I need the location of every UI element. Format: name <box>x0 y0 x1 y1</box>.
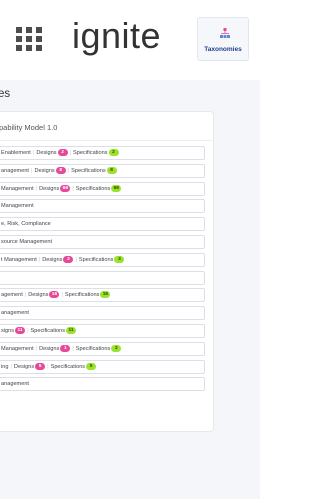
specifications-count-badge[interactable]: 16 <box>100 291 111 299</box>
designs-count-badge[interactable]: 11 <box>15 327 26 335</box>
specifications-label: Specifications <box>50 363 86 370</box>
separator: | <box>27 328 29 334</box>
capability-name: Enablement <box>1 150 31 156</box>
separator: | <box>67 167 70 174</box>
specifications-label: Specifications <box>72 150 108 156</box>
specifications-label: Specifications <box>71 167 106 174</box>
designs-label: Designs <box>39 345 60 352</box>
top-bar: ignite Taxonomies <box>0 0 260 80</box>
separator: | <box>72 345 74 352</box>
capability-name: Management <box>1 345 34 352</box>
designs-count-badge[interactable]: 16 <box>49 291 60 299</box>
apps-grid-icon[interactable] <box>16 27 44 51</box>
specifications-label: Specifications <box>75 185 111 192</box>
designs-label: Designs <box>42 256 63 263</box>
separator: | <box>35 345 38 352</box>
separator: | <box>75 256 77 263</box>
capability-name: Management <box>1 185 34 192</box>
separator: | <box>10 363 12 370</box>
specifications-count-badge[interactable]: 3 <box>114 255 125 263</box>
main-content: es pability Model 1.0 Enablement | Designs… <box>0 80 260 499</box>
capability-row[interactable]: Enablement | Designs 2 | Specifications 2 <box>0 146 205 160</box>
capability-row[interactable]: source Management <box>0 235 205 249</box>
separator: | <box>35 185 38 192</box>
capability-name: anagement <box>1 167 29 174</box>
specifications-label: Specifications <box>75 345 111 352</box>
specifications-label: Specifications <box>30 328 66 334</box>
capability-row[interactable]: Management <box>0 199 205 214</box>
capability-name: anagement <box>1 310 29 317</box>
separator: | <box>61 292 63 299</box>
capability-name: ing <box>1 363 9 370</box>
specifications-count-badge[interactable]: 8 <box>106 166 117 174</box>
separator: | <box>69 150 71 156</box>
designs-count-badge[interactable]: 2 <box>63 255 74 263</box>
designs-label: Designs <box>34 167 55 174</box>
specifications-count-badge[interactable]: 11 <box>66 327 77 335</box>
designs-count-badge[interactable]: 2 <box>57 149 68 157</box>
taxonomies-label: Taxonomies <box>204 46 242 53</box>
capability-name: source Management <box>1 239 52 245</box>
brand-logo: ignite <box>72 15 162 56</box>
designs-label: Designs <box>39 185 60 192</box>
specifications-label: Specifications <box>78 256 114 263</box>
specifications-label: Specifications <box>64 292 100 299</box>
separator: | <box>24 292 27 299</box>
separator: | <box>38 256 41 263</box>
designs-count-badge[interactable]: 5 <box>35 362 46 370</box>
capability-name: e, Risk, Compliance <box>1 221 51 228</box>
capability-row[interactable]: ing | Designs 5 | Specifications 5 <box>0 359 205 374</box>
specifications-count-badge[interactable]: 5 <box>86 362 97 370</box>
card-title: pability Model 1.0 <box>0 123 58 132</box>
capability-row[interactable]: anagement <box>0 377 205 392</box>
capability-name: anagement <box>1 381 29 388</box>
specifications-count-badge[interactable]: 2 <box>108 149 119 157</box>
capability-name <box>0 275 1 281</box>
capability-row[interactable]: agement | Designs 16 | Specifications 16 <box>0 288 205 303</box>
taxonomies-button[interactable]: Taxonomies <box>197 17 249 61</box>
separator: | <box>31 167 33 174</box>
capability-row[interactable] <box>0 270 205 285</box>
capability-name: signs <box>1 328 15 334</box>
capability-row[interactable]: Management | Designs 1 | Specifications 2 <box>0 341 205 356</box>
designs-count-badge[interactable]: 1 <box>60 344 71 352</box>
capability-name: Management <box>1 203 34 210</box>
capability-row[interactable]: e, Risk, Compliance <box>0 217 205 232</box>
specifications-count-badge[interactable]: 2 <box>111 344 122 352</box>
designs-label: Designs <box>13 363 35 370</box>
separator: | <box>47 363 49 370</box>
separator: | <box>32 150 35 156</box>
capability-row[interactable]: Management | Designs 68 | Specifications 68 <box>0 181 205 196</box>
capability-row[interactable]: signs 11 | Specifications 11 <box>0 324 205 338</box>
capability-row[interactable]: anagement <box>0 306 205 321</box>
capability-row[interactable]: t Management | Designs 2 | Specifications 3 <box>0 252 205 267</box>
designs-count-badge[interactable]: 68 <box>60 184 71 192</box>
capability-model-card: pability Model 1.0 Enablement | Designs 2 | S… <box>0 111 214 432</box>
designs-count-badge[interactable]: 8 <box>55 166 66 174</box>
designs-label: Designs <box>36 150 57 156</box>
hierarchy-icon <box>220 28 230 38</box>
capability-row[interactable]: anagement | Designs 8 | Specifications 8 <box>0 163 205 178</box>
specifications-count-badge[interactable]: 68 <box>111 184 122 192</box>
capability-name: t Management <box>1 256 37 263</box>
designs-label: Designs <box>28 292 49 299</box>
capability-name: agement <box>1 292 23 299</box>
page-title: es <box>0 88 11 100</box>
separator: | <box>72 185 74 192</box>
card-divider <box>0 140 213 141</box>
